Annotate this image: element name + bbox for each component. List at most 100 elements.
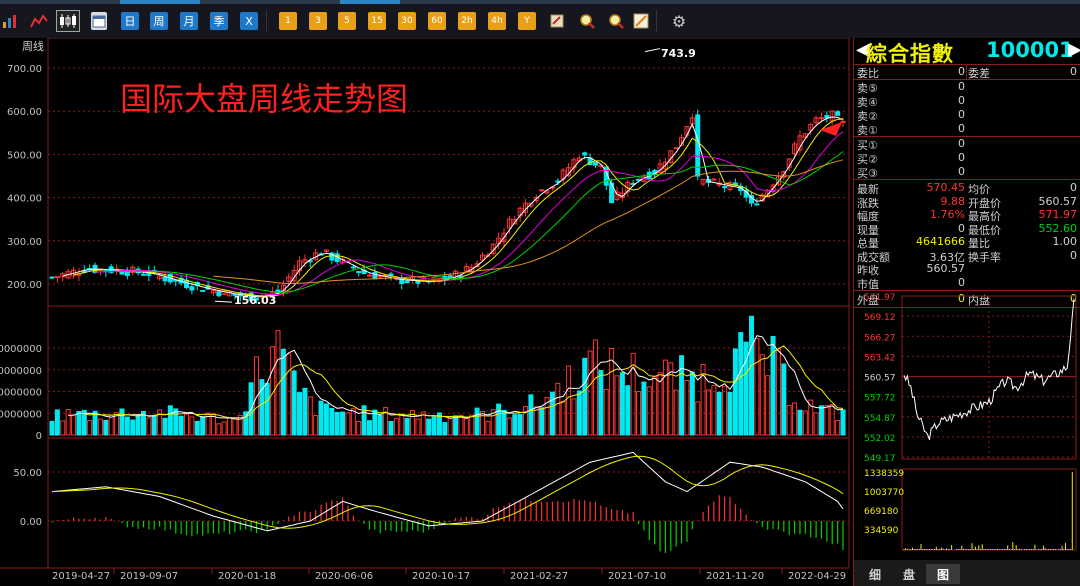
interval-2h-button[interactable]: 2h (458, 12, 476, 30)
volume-bar (824, 405, 830, 436)
row-value: 0 (958, 221, 965, 235)
volume-bar (684, 380, 690, 436)
macd-axis-tick: 0.00 (20, 517, 42, 528)
tab-chart[interactable]: 图 (926, 564, 960, 584)
volume-bar (625, 385, 631, 436)
annotation-arrow-head (820, 122, 842, 136)
volume-bar (334, 411, 340, 436)
interval-year-button[interactable]: Y (518, 12, 536, 30)
date-axis-tick: 2021-11-20 (706, 571, 764, 582)
volume-bar (603, 388, 609, 436)
volume-bar (749, 315, 755, 436)
draw-tool-icon[interactable] (632, 12, 650, 30)
zoom-in-icon[interactable] (578, 12, 596, 30)
zoom-out-icon[interactable] (607, 12, 625, 30)
row-value: 0 (958, 137, 965, 150)
volume-bar (356, 421, 362, 436)
period-day-button[interactable]: 日 (121, 12, 139, 30)
volume-bar (673, 389, 679, 436)
intraday-price-tick: 560.57 (864, 374, 896, 384)
row-value: 0 (958, 151, 965, 164)
volume-bar (178, 415, 184, 436)
candle-body (711, 178, 717, 181)
volume-bar (662, 359, 668, 436)
volume-bar (350, 408, 356, 436)
volume-bar (130, 419, 136, 436)
interval-30-button[interactable]: 30 (398, 12, 416, 30)
quote-row: 现量 0 最低价 552.60 (854, 221, 1080, 237)
line-chart-icon[interactable] (30, 12, 48, 30)
volume-bar (566, 365, 572, 436)
period-x-button[interactable]: X (240, 12, 258, 30)
candle-body (592, 162, 598, 166)
period-week-button[interactable]: 周 (150, 12, 168, 30)
volume-bar (485, 420, 491, 436)
tab-detail[interactable]: 细 (858, 564, 892, 584)
candlestick-icon[interactable] (56, 10, 80, 32)
volume-bar (340, 411, 346, 436)
volume-bar (506, 417, 512, 436)
ma5-line (62, 116, 844, 297)
calendar-icon[interactable] (91, 12, 107, 30)
edit-chart-icon[interactable] (548, 12, 566, 30)
volume-bar (641, 381, 647, 436)
interval-4h-button[interactable]: 4h (488, 12, 506, 30)
row-value: 0 (958, 65, 965, 78)
main-chart-area[interactable]: 700.00 600.00 500.00 400.00 300.00 200.00 8000… (0, 37, 853, 586)
volume-bar (97, 418, 103, 436)
interval-60-button[interactable]: 60 (428, 12, 446, 30)
volume-bar (598, 369, 604, 436)
volume-bar (366, 420, 372, 436)
bar-chart-icon[interactable] (2, 12, 18, 30)
volume-bar (576, 390, 582, 436)
volume-bar (781, 363, 787, 436)
next-index-icon[interactable]: ▶ (1068, 39, 1080, 60)
volume-bar (835, 419, 841, 436)
candle-body (377, 275, 383, 278)
volume-bar (474, 407, 480, 436)
row-value: 0 (1070, 181, 1077, 194)
interval-15-button[interactable]: 15 (368, 12, 386, 30)
period-season-button[interactable]: 季 (210, 12, 228, 30)
tab-board[interactable]: 盘 (892, 564, 926, 584)
volume-bar (87, 419, 93, 436)
volume-bar (496, 403, 502, 436)
volume-bar (71, 414, 77, 436)
volume-bar (533, 406, 539, 436)
low-label: 156.03 (234, 294, 277, 307)
volume-axis-tick: 60000000 (0, 366, 42, 377)
gear-icon[interactable]: ⚙ (670, 12, 688, 31)
volume-bar (695, 401, 701, 436)
date-axis-tick: 2019-09-07 (120, 571, 178, 582)
quote-row: 总量 4641666 量比 1.00 (854, 235, 1080, 250)
volume-bar (571, 398, 577, 436)
interval-1-button[interactable]: 1 (279, 12, 297, 30)
volume-bar (302, 387, 308, 436)
row-value: 560.57 (1038, 194, 1078, 208)
volume-bar (388, 420, 394, 436)
volume-bar (646, 386, 652, 436)
candle-body (835, 111, 841, 116)
candle-body (49, 276, 55, 279)
volume-bar (560, 400, 566, 436)
price-axis-tick: 700.00 (7, 64, 42, 75)
row-value: 0 (958, 108, 965, 121)
volume-bar (722, 385, 728, 436)
volume-bar (264, 382, 270, 436)
volume-bar (453, 415, 459, 436)
ma20-line (94, 131, 844, 296)
candle-body (184, 279, 190, 289)
intraday-price-tick: 566.27 (864, 333, 896, 343)
interval-5-button[interactable]: 5 (338, 12, 356, 30)
volume-bar (307, 396, 313, 436)
period-month-button[interactable]: 月 (180, 12, 198, 30)
candle-body (722, 186, 728, 189)
chart-canvas[interactable]: 700.00 600.00 500.00 400.00 300.00 200.00 8000… (0, 37, 853, 586)
volume-bar (76, 410, 82, 436)
order-book-row: 买② 0 (854, 151, 1080, 166)
row-value: 571.97 (1038, 208, 1078, 221)
intraday-chart[interactable]: 571.97 569.12 566.27 563.42 560.57 557.72 554.… (854, 278, 1080, 560)
volume-bar (582, 357, 588, 436)
volume-bar (399, 413, 405, 436)
interval-3-button[interactable]: 3 (309, 12, 327, 30)
